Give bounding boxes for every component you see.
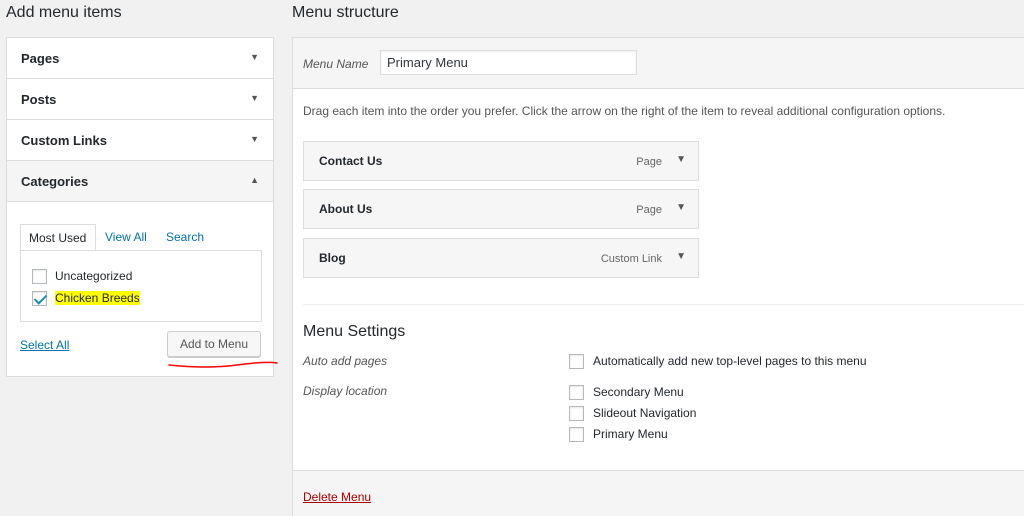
list-item: Chicken Breeds [32,289,140,307]
menu-item-type: Custom Link [600,253,662,265]
chevron-down-icon[interactable]: ▼ [676,154,686,165]
location-label: Slideout Navigation [593,406,697,420]
categories-panel: Most Used View All Search Uncategorized … [7,202,278,376]
auto-add-pages-label: Auto add pages [303,354,388,368]
location-secondary-menu-checkbox[interactable] [569,384,584,400]
auto-add-pages-checkbox[interactable] [569,353,584,369]
chevron-down-icon: ▼ [250,134,259,144]
accordion-pages-label: Pages [21,51,60,66]
select-all-link[interactable]: Select All [20,338,69,352]
accordion-posts-label: Posts [21,92,57,107]
tab-search[interactable]: Search [166,224,204,251]
location-primary-menu-checkbox[interactable] [569,426,584,442]
tab-view-all[interactable]: View All [105,224,147,251]
category-uncategorized-checkbox[interactable] [32,268,47,284]
categories-checklist: Uncategorized Chicken Breeds [20,250,262,322]
location-label: Primary Menu [593,427,668,441]
menu-item-type: Page [636,156,662,168]
accordion-custom-links-label: Custom Links [21,133,107,148]
menu-item-title: Blog [319,251,346,265]
menu-item-about-us[interactable]: About Us Page ▼ [303,189,699,229]
chevron-down-icon[interactable]: ▼ [676,202,686,213]
list-item: Uncategorized [32,267,132,285]
chevron-up-icon: ▲ [250,175,259,185]
tab-most-used[interactable]: Most Used [20,224,96,251]
category-label: Chicken Breeds [55,291,140,305]
menu-structure-panel: Menu Name Drag each item into the order … [292,37,1024,516]
auto-add-pages-option: Automatically add new top-level pages to… [569,352,867,370]
divider [303,304,1024,305]
chevron-down-icon: ▼ [250,93,259,103]
menu-name-header: Menu Name [293,38,1024,89]
menu-item-title: Contact Us [319,154,383,168]
red-underline-annotation [168,361,278,368]
category-chicken-breeds-checkbox[interactable] [32,290,47,306]
delete-menu-link[interactable]: Delete Menu [303,490,371,504]
chevron-down-icon[interactable]: ▼ [676,251,686,262]
add-to-menu-button[interactable]: Add to Menu [167,331,261,357]
accordion-posts[interactable]: Posts ▼ [7,79,273,120]
menu-name-input[interactable] [380,50,637,75]
accordion-pages[interactable]: Pages ▼ [7,38,273,79]
accordion-custom-links[interactable]: Custom Links ▼ [7,120,273,161]
menu-settings-title: Menu Settings [303,323,406,340]
menu-name-label: Menu Name [303,57,369,71]
menu-footer: Delete Menu [293,470,1024,516]
menu-item-contact-us[interactable]: Contact Us Page ▼ [303,141,699,181]
menu-item-title: About Us [319,202,373,216]
location-slideout-navigation-checkbox[interactable] [569,405,584,421]
add-menu-items-title: Add menu items [6,4,122,21]
chevron-down-icon: ▼ [250,52,259,62]
location-primary-menu: Primary Menu [569,425,668,443]
accordion-categories[interactable]: Categories ▲ [7,161,273,202]
menu-item-type: Page [636,204,662,216]
location-slideout-navigation: Slideout Navigation [569,404,696,422]
category-label: Uncategorized [55,269,133,283]
menu-item-blog[interactable]: Blog Custom Link ▼ [303,238,699,278]
drag-instructions: Drag each item into the order you prefer… [303,104,946,118]
menu-structure-title: Menu structure [292,4,399,21]
auto-add-pages-text: Automatically add new top-level pages to… [593,354,867,368]
display-location-label: Display location [303,384,388,398]
location-label: Secondary Menu [593,385,684,399]
add-menu-items-accordion: Pages ▼ Posts ▼ Custom Links ▼ Categorie… [6,37,278,377]
location-secondary-menu: Secondary Menu [569,383,684,401]
accordion-categories-label: Categories [21,174,89,189]
